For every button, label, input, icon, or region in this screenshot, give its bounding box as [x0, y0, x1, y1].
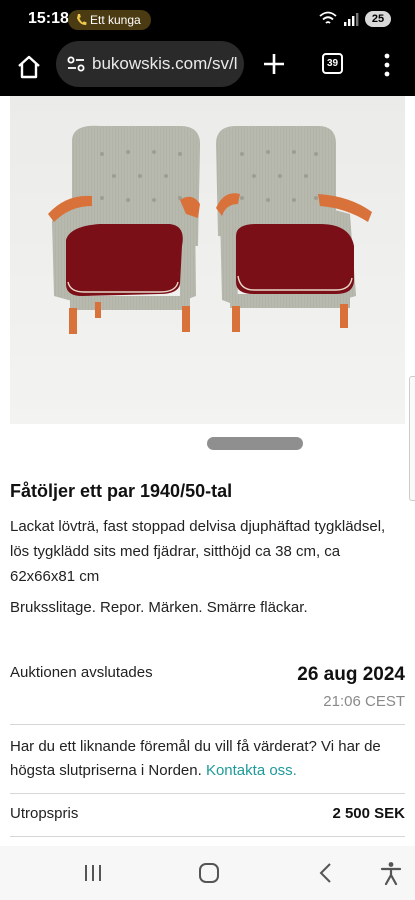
browser-toolbar: bukowskis.com/sv/l 39	[0, 40, 415, 96]
divider	[10, 724, 405, 725]
phone-icon	[77, 14, 87, 26]
battery-indicator: 25	[365, 11, 391, 27]
divider	[10, 793, 405, 794]
estimate-label: Utropspris	[10, 805, 79, 822]
back-icon[interactable]	[313, 860, 339, 886]
url-text: bukowskis.com/sv/l	[92, 54, 238, 73]
armchairs-illustration	[10, 96, 405, 424]
item-description: Lackat lövträ, fast stoppad delvisa djup…	[10, 518, 386, 585]
more-menu-icon[interactable]	[380, 53, 394, 77]
address-bar[interactable]: bukowskis.com/sv/l	[56, 41, 244, 87]
auction-end-time: 21:06 CEST	[323, 693, 405, 710]
signal-icon	[344, 13, 359, 26]
item-title: Fåtöljer ett par 1940/50-tal	[10, 481, 233, 501]
status-bar: 15:18 Ett kunga 25	[0, 0, 415, 40]
system-navigation-bar	[0, 846, 415, 900]
recent-apps-icon[interactable]	[80, 860, 106, 886]
item-condition: Bruksslitage. Repor. Märken. Smärre fläc…	[10, 599, 308, 616]
image-carousel-indicator[interactable]	[207, 437, 303, 450]
status-indicators: 25	[319, 11, 391, 27]
valuation-prompt: Har du ett liknande föremål du vill få v…	[10, 735, 405, 783]
home-nav-icon[interactable]	[196, 860, 222, 886]
estimate-value: 2 500 SEK	[332, 805, 405, 822]
accessibility-icon[interactable]	[378, 860, 404, 886]
auction-ended-label: Auktionen avslutades	[10, 664, 153, 681]
home-icon[interactable]	[16, 54, 42, 80]
status-time: 15:18	[28, 10, 69, 27]
call-pill-label: Ett kunga	[90, 13, 141, 27]
auction-end-date: 26 aug 2024	[297, 664, 405, 685]
tab-switcher-button[interactable]: 39	[322, 53, 343, 74]
wifi-icon	[319, 11, 337, 24]
product-image[interactable]	[10, 96, 405, 424]
site-settings-icon[interactable]	[66, 54, 86, 74]
contact-us-link[interactable]: Kontakta oss.	[206, 762, 297, 779]
side-scroll-tab[interactable]	[409, 376, 415, 501]
valuation-text: Har du ett liknande föremål du vill få v…	[10, 738, 381, 779]
divider	[10, 836, 405, 837]
new-tab-icon[interactable]	[262, 52, 286, 76]
ongoing-call-pill[interactable]: Ett kunga	[68, 10, 151, 30]
